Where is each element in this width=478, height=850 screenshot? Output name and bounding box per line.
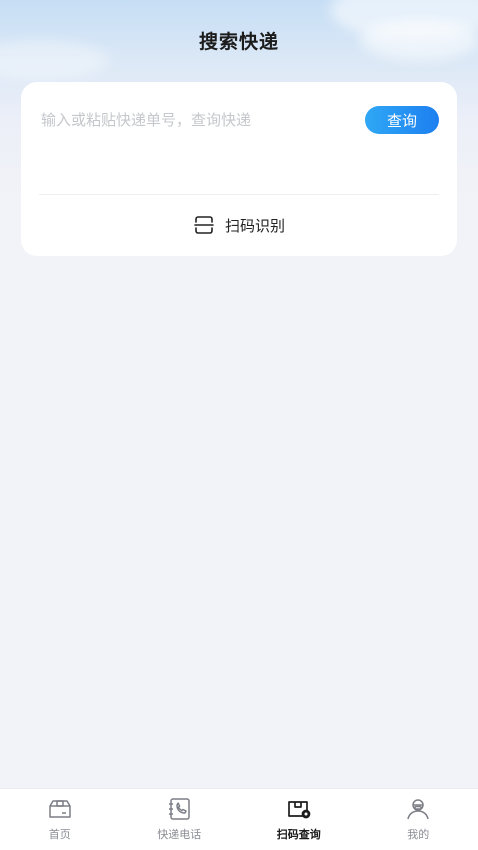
divider [39,194,439,195]
tab-label: 我的 [407,828,430,841]
user-icon [407,799,429,820]
search-row: 查询 [41,106,439,134]
scan-recognize-button[interactable]: 扫码识别 [21,212,457,238]
package-icon [49,800,71,818]
tab-courier-phone[interactable]: 快递电话 [120,789,240,850]
scan-package-icon [287,801,311,819]
header: 搜索快递 [0,22,478,58]
tab-label: 快递电话 [157,828,202,841]
phone-book-icon [169,798,190,820]
bottom-tab-bar: 首页 快递电话 扫码查询 我的 [0,788,478,850]
search-card: 查询 扫码识别 [21,82,457,256]
tracking-number-input[interactable] [41,106,351,134]
tab-home[interactable]: 首页 [0,789,120,850]
scan-label: 扫码识别 [224,216,285,235]
tab-label: 首页 [48,828,71,841]
scan-icon [194,216,214,234]
tab-mine[interactable]: 我的 [359,789,478,850]
tab-label: 扫码查询 [276,828,321,841]
tab-scan-query[interactable]: 扫码查询 [239,789,359,850]
page-title: 搜索快递 [198,30,279,53]
query-button[interactable]: 查询 [365,106,439,134]
